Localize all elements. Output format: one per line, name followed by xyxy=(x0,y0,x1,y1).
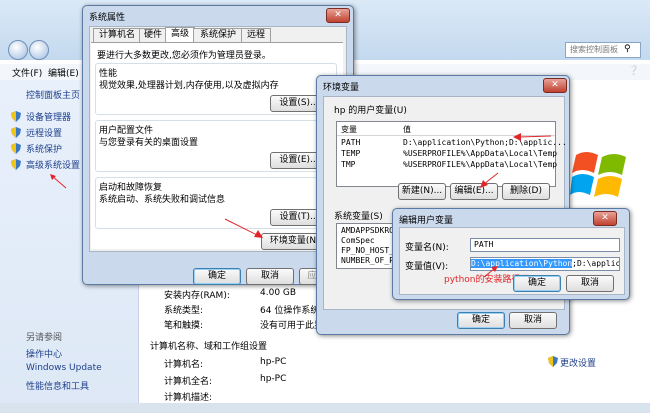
computer-name-section-title: 计算机名称、域和工作组设置 xyxy=(150,342,268,352)
red-arrow-annotation xyxy=(483,266,498,278)
menu-file[interactable]: 文件(F) xyxy=(12,66,42,79)
system-properties-dialog: 系统属性 ✕ 计算机名 硬件 高级 系统保护 远程 要进行大多数更改,您必须作为… xyxy=(82,5,354,285)
tab-advanced[interactable]: 高级 xyxy=(165,27,195,43)
remote-settings-link[interactable]: 远程设置 xyxy=(26,126,62,139)
red-arrow-annotation xyxy=(224,218,263,238)
var-value: %USERPROFILE%\AppData\Local\Temp xyxy=(403,160,558,169)
pen-touch-label: 笔和触摸: xyxy=(164,321,204,331)
delete-variable-button[interactable]: 删除(D) xyxy=(502,183,550,200)
variable-value-label: 变量值(V): xyxy=(405,262,449,272)
tab-hardware[interactable]: 硬件 xyxy=(139,28,167,42)
close-button[interactable]: ✕ xyxy=(543,78,567,93)
help-icon[interactable]: ❔ xyxy=(628,66,639,76)
dialog-title: 系统属性 xyxy=(89,13,126,23)
device-manager-link[interactable]: 设备管理器 xyxy=(26,110,71,123)
var-value: %USERPROFILE%\AppData\Local\Temp xyxy=(403,149,558,158)
startup-recovery-desc: 系统启动、系统失败和调试信息 xyxy=(99,195,226,205)
performance-info-link[interactable]: 性能信息和工具 xyxy=(26,379,89,392)
column-value: 值 xyxy=(403,125,411,134)
back-button[interactable] xyxy=(8,40,28,60)
shield-icon xyxy=(11,127,21,138)
computer-name-label: 计算机名: xyxy=(164,360,204,370)
cancel-button[interactable]: 取消 xyxy=(566,275,614,292)
red-arrow-annotation xyxy=(50,174,67,189)
change-settings-link[interactable]: 更改设置 xyxy=(560,356,596,369)
system-protection-link[interactable]: 系统保护 xyxy=(26,142,62,155)
taskbar xyxy=(0,403,650,413)
table-row[interactable]: TMP %USERPROFILE%\AppData\Local\Temp xyxy=(337,160,558,171)
forward-button[interactable] xyxy=(29,40,49,60)
shield-icon xyxy=(11,111,21,122)
var-name: PATH xyxy=(341,138,361,147)
dialog-title: 编辑用户变量 xyxy=(399,216,454,226)
shield-icon xyxy=(11,159,21,170)
cancel-button[interactable]: 取消 xyxy=(509,312,557,329)
tab-system-protection[interactable]: 系统保护 xyxy=(193,28,243,42)
advanced-tab-content: 要进行大多数更改,您必须作为管理员登录。 性能 视觉效果,处理器计划,内存使用,… xyxy=(91,42,343,250)
user-profiles-group: 用户配置文件 与您登录有关的桌面设置 设置(E)... xyxy=(95,120,337,172)
see-also-title: 另请参阅 xyxy=(26,333,63,343)
var-name: TEMP xyxy=(341,149,361,158)
ok-button[interactable]: 确定 xyxy=(193,268,241,285)
tab-computer-name[interactable]: 计算机名 xyxy=(93,28,141,42)
computer-description-label: 计算机描述: xyxy=(164,393,213,403)
startup-recovery-group: 启动和故障恢复 系统启动、系统失败和调试信息 设置(T)... xyxy=(95,177,337,229)
new-variable-button[interactable]: 新建(N)... xyxy=(398,183,446,200)
system-variables-label: 系统变量(S) xyxy=(334,212,383,222)
cancel-button[interactable]: 取消 xyxy=(246,268,294,285)
list-item[interactable]: ComSpec xyxy=(341,236,375,245)
shield-icon xyxy=(548,356,558,367)
search-icon[interactable]: ⚲ xyxy=(624,44,631,54)
table-row[interactable]: TEMP %USERPROFILE%\AppData\Local\Temp xyxy=(337,149,558,160)
variable-name-input[interactable]: PATH xyxy=(470,238,620,252)
user-profiles-desc: 与您登录有关的桌面设置 xyxy=(99,138,199,148)
ok-button[interactable]: 确定 xyxy=(457,312,505,329)
user-variables-list[interactable]: 变量 值 PATH D:\application\Python;D:\appli… xyxy=(336,121,567,187)
shield-icon xyxy=(11,143,21,154)
variable-name-label: 变量名(N): xyxy=(405,243,449,253)
column-variable: 变量 xyxy=(341,125,357,134)
windows-update-link[interactable]: Windows Update xyxy=(26,363,102,373)
ok-button[interactable]: 确定 xyxy=(513,275,561,292)
sysprops-panel: 计算机名 硬件 高级 系统保护 远程 要进行大多数更改,您必须作为管理员登录。 … xyxy=(89,26,347,252)
system-type-label: 系统类型: xyxy=(164,306,204,316)
admin-note: 要进行大多数更改,您必须作为管理员登录。 xyxy=(97,51,271,61)
close-button[interactable]: ✕ xyxy=(326,8,350,23)
editvar-panel: 变量名(N): PATH 变量值(V): D:\application\Pyth… xyxy=(399,227,625,295)
value-rest-text: ;D:\application xyxy=(572,259,620,268)
computer-name-value: hp-PC xyxy=(260,357,287,367)
user-variables-label: hp 的用户变量(U) xyxy=(334,106,407,116)
performance-desc: 视觉效果,处理器计划,内存使用,以及虚拟内存 xyxy=(99,81,279,91)
full-computer-name-label: 计算机全名: xyxy=(164,377,213,387)
advanced-system-settings-link[interactable]: 高级系统设置 xyxy=(26,158,80,171)
ram-label: 安装内存(RAM): xyxy=(164,291,230,301)
windows-logo-icon xyxy=(570,152,626,197)
action-center-link[interactable]: 操作中心 xyxy=(26,347,62,360)
performance-group: 性能 视觉效果,处理器计划,内存使用,以及虚拟内存 设置(S)... xyxy=(95,63,337,115)
var-name: TMP xyxy=(341,160,356,169)
tab-remote[interactable]: 远程 xyxy=(241,28,271,42)
red-arrow-annotation xyxy=(480,172,499,188)
control-panel-home-link[interactable]: 控制面板主页 xyxy=(26,88,80,101)
full-computer-name-value: hp-PC xyxy=(260,374,287,384)
ram-value: 4.00 GB xyxy=(260,288,297,298)
menu-edit[interactable]: 编辑(E) xyxy=(48,66,79,79)
system-type-value: 64 位操作系统 xyxy=(260,306,320,316)
edit-user-variable-dialog: 编辑用户变量 ✕ 变量名(N): PATH 变量值(V): D:\applica… xyxy=(392,208,630,300)
dialog-title: 环境变量 xyxy=(323,83,360,93)
red-arrow-annotation xyxy=(513,133,552,141)
close-button[interactable]: ✕ xyxy=(593,211,617,226)
